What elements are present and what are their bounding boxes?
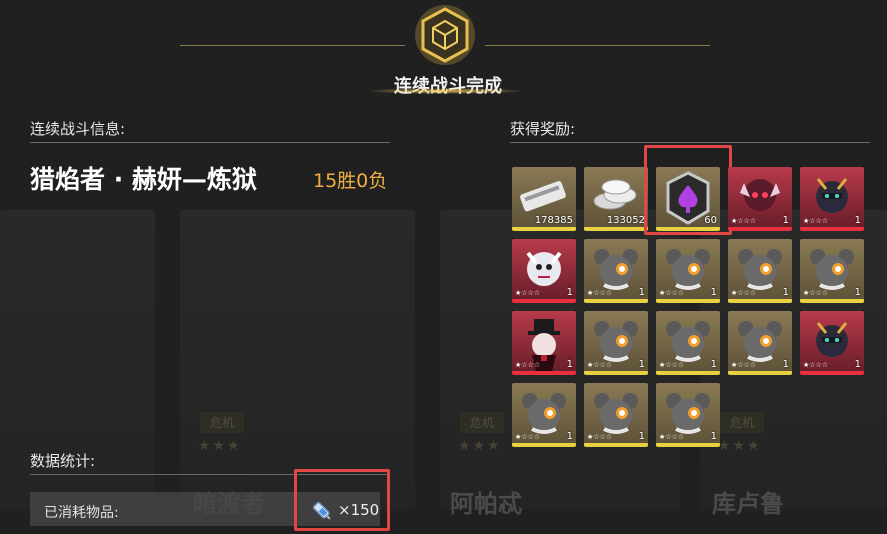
reward-rank: ★☆☆☆ <box>659 433 685 441</box>
consumed-highlight-box <box>294 469 390 531</box>
reward-quantity: 1 <box>710 287 717 298</box>
stage-name: 猎焰者 · 赫妍—炼狱 <box>30 165 257 194</box>
reward-quantity: 1 <box>710 431 717 442</box>
header-line-right <box>485 45 710 46</box>
reward-item-character-top-hat[interactable]: ★☆☆☆ 1 <box>512 311 576 375</box>
reward-rank: ★☆☆☆ <box>659 289 685 297</box>
reward-quantity: 1 <box>638 431 645 442</box>
reward-quantity: 178385 <box>534 215 573 226</box>
page-title: 连续战斗完成 <box>394 76 502 97</box>
reward-rank: ★☆☆☆ <box>587 361 613 369</box>
reward-quantity: 1 <box>854 215 861 226</box>
reward-quantity: 1 <box>638 359 645 370</box>
reward-rank: ★☆☆☆ <box>731 361 757 369</box>
reward-quantity: 1 <box>566 359 573 370</box>
divider <box>30 142 390 143</box>
reward-quantity: 1 <box>566 287 573 298</box>
reward-item-character-dark-mask[interactable]: ★☆☆☆ 1 <box>800 311 864 375</box>
reward-rank: ★☆☆☆ <box>515 361 541 369</box>
reward-rank: ★☆☆☆ <box>803 217 829 225</box>
reward-rank: ★☆☆☆ <box>587 433 613 441</box>
reward-quantity: 1 <box>710 359 717 370</box>
reward-quantity: 1 <box>782 287 789 298</box>
reward-item-character-mouse[interactable]: ★☆☆☆ 1 <box>800 239 864 303</box>
divider <box>510 142 870 143</box>
reward-quantity: 133052 <box>606 215 645 226</box>
reward-quantity: 1 <box>638 287 645 298</box>
reward-rank: ★☆☆☆ <box>803 361 829 369</box>
reward-item-character-mouse[interactable]: ★☆☆☆ 1 <box>512 383 576 447</box>
reward-quantity: 1 <box>566 431 573 442</box>
reward-quantity: 1 <box>854 359 861 370</box>
reward-item-character-mouse[interactable]: ★☆☆☆ 1 <box>656 383 720 447</box>
reward-item-character-mouse[interactable]: ★☆☆☆ 1 <box>584 239 648 303</box>
reward-item-character-mouse[interactable]: ★☆☆☆ 1 <box>728 311 792 375</box>
reward-item-character-mouse[interactable]: ★☆☆☆ 1 <box>656 239 720 303</box>
battle-result: 15胜0负 <box>313 170 388 192</box>
battle-info-heading: 连续战斗信息: <box>30 120 126 138</box>
reward-rank: ★☆☆☆ <box>515 433 541 441</box>
title-glow <box>365 88 525 94</box>
reward-rank: ★☆☆☆ <box>731 289 757 297</box>
reward-quantity: 1 <box>782 215 789 226</box>
reward-rank: ★☆☆☆ <box>731 217 757 225</box>
consumed-items-label: 已消耗物品: <box>44 505 119 521</box>
reward-rank: ★☆☆☆ <box>515 289 541 297</box>
reward-item-character-dark-mask[interactable]: ★☆☆☆ 1 <box>800 167 864 231</box>
reward-item-character-white-beast[interactable]: ★☆☆☆ 1 <box>512 239 576 303</box>
reward-item-character-mouse[interactable]: ★☆☆☆ 1 <box>584 311 648 375</box>
stats-heading: 数据统计: <box>30 452 96 470</box>
header-line-left <box>180 45 405 46</box>
reward-quantity: 1 <box>854 287 861 298</box>
reward-item-character-mouse[interactable]: ★☆☆☆ 1 <box>728 239 792 303</box>
reward-item-coins[interactable]: 133052 <box>584 167 648 231</box>
reward-item-character-red-demon[interactable]: ★☆☆☆ 1 <box>728 167 792 231</box>
reward-rank: ★☆☆☆ <box>587 289 613 297</box>
reward-rank: ★☆☆☆ <box>659 361 685 369</box>
reward-highlight-box <box>644 145 732 235</box>
reward-item-character-mouse[interactable]: ★☆☆☆ 1 <box>584 383 648 447</box>
reward-item-character-mouse[interactable]: ★☆☆☆ 1 <box>656 311 720 375</box>
cube-emblem-icon <box>415 5 475 65</box>
reward-quantity: 1 <box>782 359 789 370</box>
reward-rank: ★☆☆☆ <box>803 289 829 297</box>
reward-item-ticket[interactable]: 178385 <box>512 167 576 231</box>
rewards-heading: 获得奖励: <box>510 120 576 138</box>
